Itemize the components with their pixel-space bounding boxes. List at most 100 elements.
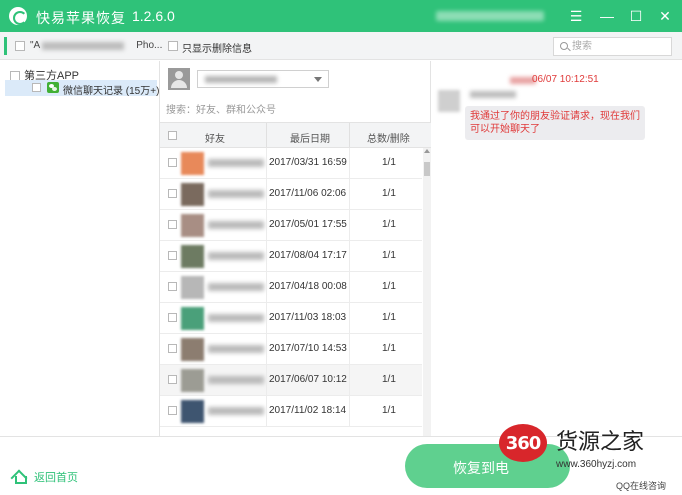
cell-divider: [349, 179, 350, 209]
cell-divider: [349, 272, 350, 302]
user-avatar-icon: [168, 68, 190, 90]
contact-avatar: [181, 338, 204, 361]
column-divider: [266, 123, 267, 147]
row-count: 1/1: [382, 312, 396, 323]
contact-name-blurred: [208, 314, 264, 322]
tree-item-checkbox[interactable]: [32, 83, 41, 92]
device-checkbox[interactable]: [15, 41, 25, 51]
qq-online-consult-label: QQ在线咨询: [616, 481, 667, 491]
device-name-blurred: [42, 42, 124, 50]
back-home-link[interactable]: 返回首页: [34, 469, 78, 485]
row-count: 1/1: [382, 219, 396, 230]
contact-avatar: [181, 276, 204, 299]
row-count: 1/1: [382, 405, 396, 416]
contact-name-blurred: [208, 252, 264, 260]
row-checkbox[interactable]: [168, 313, 177, 322]
cell-divider: [349, 241, 350, 271]
table-row[interactable]: 2017/05/01 17:55 1/1: [160, 210, 422, 241]
column-header-count[interactable]: 总数/删除: [367, 130, 410, 145]
contact-avatar: [181, 245, 204, 268]
deleted-only-label[interactable]: 只显示删除信息: [182, 40, 252, 55]
row-date: 2017/11/02 18:14: [269, 405, 347, 416]
contact-filter-input[interactable]: [166, 102, 416, 118]
device-name-prefix: "A: [30, 40, 41, 51]
row-checkbox[interactable]: [168, 344, 177, 353]
account-info-blurred: [436, 11, 544, 21]
scrollbar-thumb[interactable]: [424, 162, 430, 176]
toolbar-accent-bar: [4, 37, 7, 55]
column-header-friend[interactable]: 好友: [205, 130, 225, 145]
cell-divider: [266, 303, 267, 333]
table-scrollbar[interactable]: [423, 148, 431, 436]
scroll-up-arrow-icon[interactable]: [424, 149, 430, 153]
search-input[interactable]: [572, 40, 668, 53]
table-row[interactable]: 2017/06/07 10:12 1/1: [160, 365, 422, 396]
column-divider: [349, 123, 350, 147]
menu-icon[interactable]: ☰: [566, 6, 586, 26]
row-checkbox[interactable]: [168, 251, 177, 260]
cell-divider: [266, 365, 267, 395]
table-row[interactable]: 2017/04/18 00:08 1/1: [160, 272, 422, 303]
row-count: 1/1: [382, 374, 396, 385]
cell-divider: [266, 334, 267, 364]
contact-name-blurred: [208, 407, 264, 415]
table-row[interactable]: 2017/03/31 16:59 1/1: [160, 148, 422, 179]
row-checkbox[interactable]: [168, 158, 177, 167]
table-header: 好友 最后日期 总数/删除: [160, 122, 431, 148]
cell-divider: [266, 241, 267, 271]
chat-timestamp: 06/07 10:12:51: [532, 74, 599, 85]
table-row[interactable]: 2017/08/04 17:17 1/1: [160, 241, 422, 272]
table-row[interactable]: 2017/11/03 18:03 1/1: [160, 303, 422, 334]
search-box[interactable]: [553, 37, 672, 56]
watermark-site-name: 货源之家: [556, 430, 645, 455]
contact-list-panel: 好友 最后日期 总数/删除 2017/03/31 16:59 1/1 2017/…: [160, 61, 431, 436]
tree-item-label: 微信聊天记录 (15万+): [63, 86, 160, 97]
contact-table-body: 2017/03/31 16:59 1/1 2017/11/06 02:06 1/…: [160, 148, 422, 436]
column-header-last-date[interactable]: 最后日期: [290, 130, 330, 145]
cell-divider: [349, 210, 350, 240]
contact-avatar: [181, 214, 204, 237]
cell-divider: [349, 148, 350, 178]
deleted-only-checkbox[interactable]: [168, 41, 178, 51]
cell-divider: [266, 148, 267, 178]
row-date: 2017/07/10 14:53: [269, 343, 347, 354]
recover-button-label: 恢复到电: [453, 460, 509, 476]
row-count: 1/1: [382, 250, 396, 261]
wechat-icon: [47, 82, 59, 93]
contact-avatar: [181, 400, 204, 423]
table-row[interactable]: 2017/11/02 18:14 1/1: [160, 396, 422, 427]
table-row[interactable]: 2017/07/10 14:53 1/1: [160, 334, 422, 365]
contact-avatar: [181, 183, 204, 206]
contact-name-blurred: [208, 221, 264, 229]
row-checkbox[interactable]: [168, 282, 177, 291]
table-row[interactable]: 2017/11/06 02:06 1/1: [160, 179, 422, 210]
select-all-checkbox[interactable]: [168, 131, 177, 140]
row-checkbox[interactable]: [168, 220, 177, 229]
home-icon[interactable]: [12, 470, 27, 484]
row-checkbox[interactable]: [168, 189, 177, 198]
row-checkbox[interactable]: [168, 406, 177, 415]
chevron-down-icon: [314, 77, 322, 82]
row-count: 1/1: [382, 157, 396, 168]
row-date: 2017/03/31 16:59: [269, 157, 347, 168]
toolbar: "A Pho... 只显示删除信息: [0, 32, 682, 60]
contact-name-blurred: [208, 283, 264, 291]
search-icon: [560, 42, 568, 50]
row-date: 2017/08/04 17:17: [269, 250, 347, 261]
row-checkbox[interactable]: [168, 375, 177, 384]
contact-name-blurred: [208, 159, 264, 167]
app-version: 1.2.6.0: [132, 8, 175, 24]
tree-item-wechat-history[interactable]: 微信聊天记录 (15万+): [5, 80, 160, 97]
close-button[interactable]: ✕: [655, 6, 675, 26]
minimize-button[interactable]: —: [597, 6, 617, 26]
row-date: 2017/04/18 00:08: [269, 281, 347, 292]
chat-message-bubble: 我通过了你的朋友验证请求，现在我们可以开始聊天了: [465, 106, 645, 140]
cell-divider: [266, 210, 267, 240]
contact-avatar: [181, 369, 204, 392]
account-select[interactable]: [197, 70, 329, 88]
contact-name-blurred: [208, 345, 264, 353]
title-bar: 快易苹果恢复 1.2.6.0 ☰ — ☐ ✕: [0, 0, 682, 32]
maximize-button[interactable]: ☐: [626, 6, 646, 26]
app-logo-icon: [9, 7, 27, 25]
account-name-blurred: [205, 76, 277, 83]
